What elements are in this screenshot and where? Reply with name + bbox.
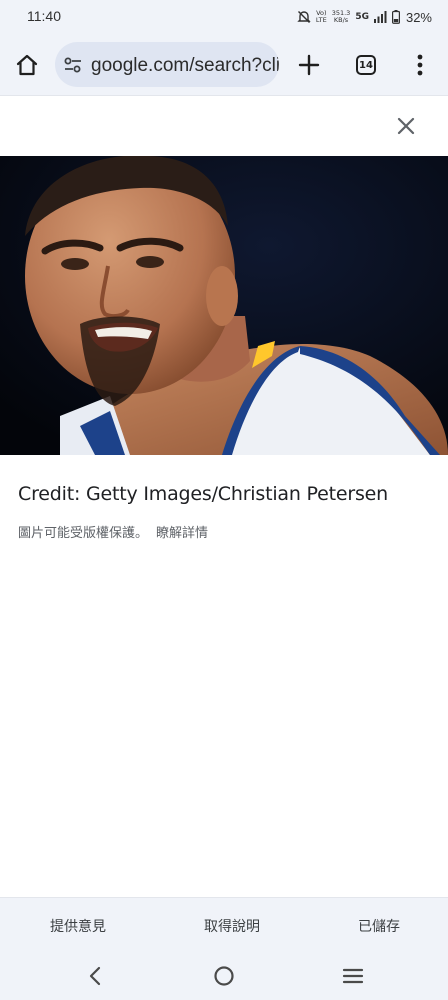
tab-switcher-button[interactable]: 14 [346, 45, 386, 85]
player-photo [0, 156, 448, 455]
feedback-button[interactable]: 提供意見 [50, 916, 106, 936]
browser-toolbar: google.com/search?client 14 [0, 34, 448, 96]
address-bar[interactable]: google.com/search?client [55, 42, 279, 87]
new-tab-button[interactable] [289, 45, 329, 85]
signal-icon [373, 11, 387, 23]
help-button[interactable]: 取得說明 [204, 916, 260, 936]
close-button[interactable] [388, 108, 424, 144]
status-icons: Vo) LTE 351.3 KB/s 5G 32% [297, 7, 432, 27]
tab-count: 14 [359, 59, 373, 71]
overflow-menu-button[interactable] [400, 45, 440, 85]
bottom-action-bar: 提供意見 取得說明 已儲存 [0, 897, 448, 952]
status-time: 11:40 [27, 8, 61, 24]
system-home-button[interactable] [209, 962, 239, 990]
more-vert-icon [417, 54, 423, 76]
volte-bottom: LTE [315, 16, 327, 24]
data-speed: 351.3 KB/s [332, 10, 351, 24]
tune-icon[interactable] [63, 55, 83, 75]
volte-icon: Vo) LTE [316, 10, 327, 24]
copyright-notice-row: 圖片可能受版權保護。 瞭解詳情 [18, 522, 208, 541]
recents-icon [342, 968, 364, 984]
circle-home-icon [214, 966, 234, 986]
back-icon [89, 966, 101, 986]
recents-button[interactable] [338, 962, 368, 990]
image-credit: Credit: Getty Images/Christian Petersen [18, 483, 388, 505]
back-button[interactable] [80, 962, 110, 990]
battery-percent: 32% [405, 9, 432, 25]
home-icon [16, 54, 38, 76]
system-nav-bar [0, 952, 448, 1000]
status-bar: 11:40 Vo) LTE 351.3 KB/s 5G 32% [0, 0, 448, 34]
mute-bell-icon [297, 11, 311, 23]
url-text[interactable]: google.com/search?client [91, 55, 279, 77]
close-icon [397, 117, 415, 135]
preview-image[interactable] [0, 156, 448, 455]
saved-button[interactable]: 已儲存 [358, 916, 400, 936]
speed-unit: KB/s [333, 16, 349, 24]
battery-icon [391, 10, 400, 24]
network-type: 5G [355, 12, 369, 22]
learn-more-link[interactable]: 瞭解詳情 [156, 526, 208, 541]
copyright-notice: 圖片可能受版權保護。 [18, 526, 149, 541]
plus-icon [298, 54, 320, 76]
tab-switcher-icon: 14 [356, 55, 376, 75]
home-button[interactable] [7, 45, 47, 85]
